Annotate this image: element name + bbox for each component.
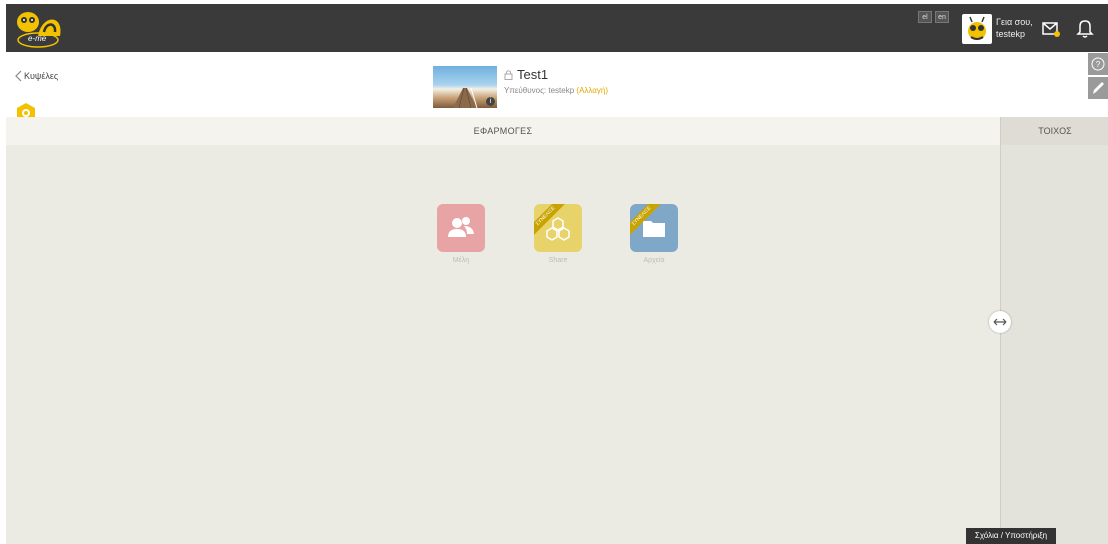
svg-text:?: ? [1096,60,1101,69]
folder-icon [643,221,665,237]
change-owner-link[interactable]: (Αλλαγή) [576,86,608,95]
top-bar: e-me el en Γεια σου, testekp [6,4,1108,52]
app-share[interactable]: ΣΥΝΕΛΙΞΕ Share [534,204,582,264]
help-icon: ? [1091,57,1105,71]
app-files[interactable]: ΣΥΝΕΛΙΞΕ Αρχεία [630,204,678,264]
bell-icon[interactable] [1076,18,1094,38]
space-header: Κυψέλες i Test1 Υπεύθυνος: testekp (Αλλα… [6,52,1084,123]
mail-icon[interactable] [1042,20,1060,38]
space-title-text: Test1 [517,67,549,82]
user-greeting[interactable]: Γεια σου, testekp [996,16,1033,40]
back-label: Κυψέλες [24,71,59,81]
bee-avatar-icon [968,16,986,40]
wall-tab: ΤΟΙΧΟΣ [1001,117,1108,145]
wall-panel: ΤΟΙΧΟΣ [1000,117,1108,544]
panel-resize-handle[interactable] [989,311,1011,333]
app-tile: ΣΥΝΕΛΙΞΕ [630,204,678,252]
chevron-left-icon [15,70,22,82]
app-tile: ΣΥΝΕΛΙΞΕ [534,204,582,252]
apps-tab-title[interactable]: ΕΦΑΡΜΟΓΕΣ [6,126,1000,136]
space-thumbnail[interactable]: i [433,66,497,108]
space-title: Test1 [504,67,548,82]
username-text: testekp [996,29,1026,39]
e-me-logo[interactable]: e-me [12,6,66,50]
help-button[interactable]: ? [1088,53,1108,75]
app-label: Μέλη [452,257,470,264]
info-icon[interactable]: i [486,97,495,106]
lock-icon [504,70,513,80]
lang-en-button[interactable]: en [935,11,949,23]
wall-title[interactable]: ΤΟΙΧΟΣ [1001,126,1108,136]
space-owner: Υπεύθυνος: testekp (Αλλαγή) [504,86,608,95]
pencil-icon [1093,82,1104,94]
lang-el-button[interactable]: el [918,11,932,23]
logo-text: e-me [28,34,47,43]
feedback-button[interactable]: Σχόλια / Υποστήριξη [966,528,1056,544]
avatar[interactable] [962,14,992,44]
bee-logo-icon [17,12,61,48]
edit-button[interactable] [1088,77,1108,99]
arrows-horizontal-icon [993,318,1007,326]
users-icon [448,217,474,237]
app-tile [437,204,485,252]
back-link[interactable]: Κυψέλες [14,70,58,82]
app-label: Share [548,257,568,264]
greeting-text: Γεια σου, [996,17,1033,27]
owner-text: Υπεύθυνος: testekp [504,86,575,95]
apps-panel: ΕΦΑΡΜΟΓΕΣ Μέλη ΣΥΝΕΛΙΞΕ Share ΣΥΝΕΛΙΞΕ Α… [6,117,1000,544]
app-label: Αρχεία [643,257,665,264]
app-members[interactable]: Μέλη [437,204,485,264]
hexagons-icon [546,217,570,241]
apps-tabbar: ΕΦΑΡΜΟΓΕΣ [6,117,1000,145]
